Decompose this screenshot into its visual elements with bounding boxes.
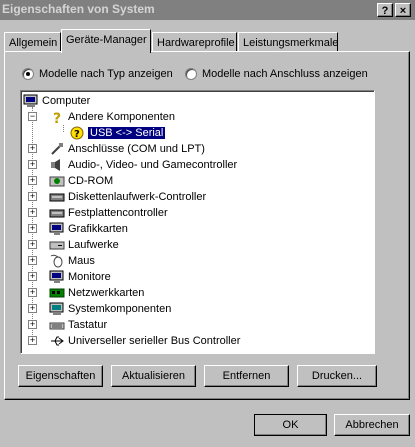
port-icon	[49, 142, 65, 156]
expand-toggle[interactable]: +	[28, 224, 37, 233]
tree-item[interactable]: + Tastatur	[28, 317, 108, 333]
button-label: Abbrechen	[345, 419, 399, 431]
device-tree[interactable]: Computer − ? Andere Komponenten ? USB <-…	[20, 90, 375, 354]
remove-button[interactable]: Entfernen	[204, 365, 289, 387]
computer-icon	[49, 302, 65, 316]
button-label: OK	[282, 419, 299, 431]
properties-button[interactable]: Eigenschaften	[18, 365, 103, 387]
button-label: Eigenschaften	[25, 370, 96, 382]
tab-label: Leistungsmerkmale	[243, 37, 339, 49]
expand-toggle[interactable]: +	[28, 176, 37, 185]
expand-toggle[interactable]: +	[28, 144, 37, 153]
tree-label: Tastatur	[68, 319, 108, 331]
close-button[interactable]: ×	[395, 3, 411, 17]
expand-toggle[interactable]: +	[28, 240, 37, 249]
expand-toggle[interactable]: +	[28, 208, 37, 217]
tree-item[interactable]: + Systemkomponenten	[28, 301, 172, 317]
refresh-button[interactable]: Aktualisieren	[111, 365, 196, 387]
speaker-icon	[49, 158, 65, 172]
tab-allgemein[interactable]: Allgemein	[4, 32, 61, 52]
svg-text:?: ?	[74, 129, 80, 140]
title-bar[interactable]: Eigenschaften von System ? ×	[0, 0, 415, 20]
tab-label: Geräte-Manager	[66, 34, 147, 46]
button-label: Drucken...	[311, 370, 363, 382]
tree-label: Monitore	[68, 271, 111, 283]
network-card-icon	[49, 286, 65, 300]
mouse-icon	[49, 254, 65, 268]
svg-text:?: ?	[53, 111, 61, 124]
print-button[interactable]: Drucken...	[297, 365, 377, 387]
tree-item[interactable]: + Laufwerke	[28, 237, 119, 253]
expand-toggle[interactable]: +	[28, 192, 37, 201]
expand-toggle[interactable]: +	[28, 320, 37, 329]
tree-item[interactable]: + Netzwerkkarten	[28, 285, 145, 301]
tree-label: Netzwerkkarten	[68, 287, 145, 299]
tree-label: Anschlüsse (COM und LPT)	[68, 143, 205, 155]
tab-label: Allgemein	[9, 37, 58, 49]
tree-label: Universeller serieller Bus Controller	[68, 335, 241, 347]
tree-label: Computer	[42, 95, 91, 107]
question-icon: ?	[69, 126, 85, 140]
cdrom-icon	[49, 174, 65, 188]
tab-label: Hardwareprofile	[157, 37, 235, 49]
tree-label-selected: USB <-> Serial	[86, 126, 167, 140]
expand-toggle[interactable]: +	[28, 160, 37, 169]
radio-button-checked[interactable]	[22, 68, 34, 80]
radio-label: Modelle nach Anschluss anzeigen	[202, 68, 368, 80]
tab-geraete-manager[interactable]: Geräte-Manager	[61, 29, 151, 53]
tree-label: Systemkomponenten	[68, 303, 172, 315]
tree-item[interactable]: + Festplattencontroller	[28, 205, 168, 221]
help-button[interactable]: ?	[377, 3, 393, 17]
computer-icon	[23, 94, 39, 108]
tree-item[interactable]: + Grafikkarten	[28, 221, 128, 237]
expand-toggle[interactable]: +	[28, 288, 37, 297]
button-label: Entfernen	[222, 370, 271, 382]
tree-item[interactable]: + Diskettenlaufwerk-Controller	[28, 189, 207, 205]
radio-by-connection[interactable]: Modelle nach Anschluss anzeigen	[185, 68, 368, 80]
button-label: Aktualisieren	[122, 370, 185, 382]
monitor-icon	[49, 270, 65, 284]
tree-label: Festplattencontroller	[68, 207, 168, 219]
tree-label: Grafikkarten	[68, 223, 128, 235]
tree-item[interactable]: − ? Andere Komponenten	[28, 109, 176, 127]
ok-button[interactable]: OK	[254, 414, 327, 436]
tree-item[interactable]: + Monitore	[28, 269, 111, 285]
tab-leistungsmerkmale[interactable]: Leistungsmerkmale	[238, 32, 338, 52]
radio-label: Modelle nach Typ anzeigen	[39, 68, 173, 80]
tree-label: Laufwerke	[68, 239, 119, 251]
tree-label: Diskettenlaufwerk-Controller	[68, 191, 207, 203]
tree-label: CD-ROM	[68, 175, 114, 187]
monitor-icon	[49, 222, 65, 236]
tree-label: Maus	[68, 255, 95, 267]
expand-toggle[interactable]: +	[28, 256, 37, 265]
keyboard-icon	[49, 318, 65, 332]
window-title: Eigenschaften von System	[2, 2, 155, 16]
tree-item-usb-serial[interactable]: ? USB <-> Serial	[63, 125, 167, 141]
drive-icon	[49, 238, 65, 252]
expand-toggle[interactable]: +	[28, 304, 37, 313]
tree-item[interactable]: + Universeller serieller Bus Controller	[28, 333, 241, 349]
tree-label: Andere Komponenten	[68, 111, 176, 123]
question-icon: ?	[49, 110, 65, 127]
tree-item[interactable]: + Maus	[28, 253, 95, 269]
tree-item[interactable]: + Audio-, Video- und Gamecontroller	[28, 157, 238, 173]
controller-icon	[49, 206, 65, 220]
tree-item[interactable]: + CD-ROM	[28, 173, 114, 189]
tab-hardwareprofile[interactable]: Hardwareprofile	[152, 32, 237, 52]
tree-label: Audio-, Video- und Gamecontroller	[68, 159, 238, 171]
radio-button[interactable]	[185, 68, 197, 80]
controller-icon	[49, 190, 65, 204]
collapse-toggle[interactable]: −	[28, 112, 37, 121]
radio-by-type[interactable]: Modelle nach Typ anzeigen	[22, 68, 173, 80]
tree-root[interactable]: Computer	[23, 93, 90, 109]
expand-toggle[interactable]: +	[28, 336, 37, 345]
usb-icon	[49, 334, 65, 348]
expand-toggle[interactable]: +	[28, 272, 37, 281]
tree-item[interactable]: + Anschlüsse (COM und LPT)	[28, 141, 205, 157]
cancel-button[interactable]: Abbrechen	[334, 414, 410, 436]
